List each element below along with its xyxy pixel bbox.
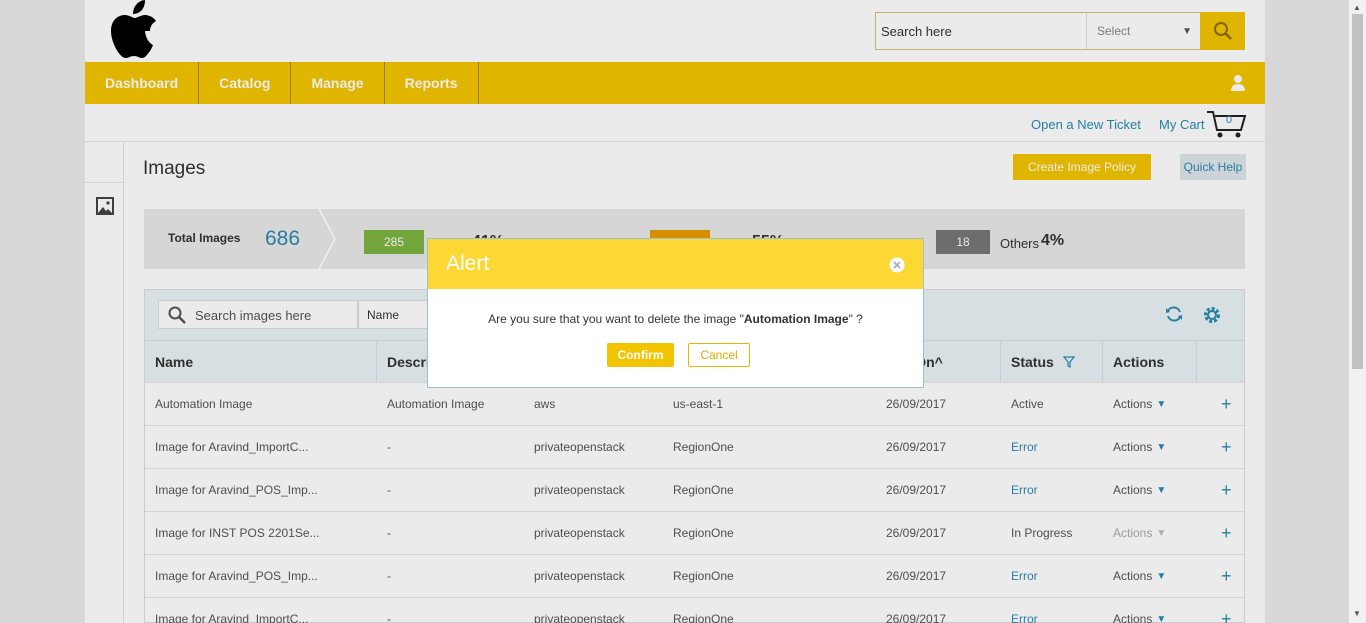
close-icon[interactable]: [889, 257, 905, 273]
alert-header: Alert: [428, 239, 923, 289]
alert-message-image-name: Automation Image: [743, 312, 849, 326]
alert-dialog: Alert Are you sure that you want to dele…: [427, 238, 924, 388]
scroll-down-arrow-icon[interactable]: ▼: [1353, 609, 1361, 618]
scroll-up-arrow-icon[interactable]: ▲: [1353, 3, 1361, 12]
page-scrollbar[interactable]: ▲ ▼: [1349, 0, 1366, 623]
alert-title: Alert: [446, 252, 490, 275]
alert-message: Are you sure that you want to delete the…: [428, 312, 923, 326]
scroll-thumb[interactable]: [1352, 14, 1363, 369]
cancel-button[interactable]: Cancel: [688, 343, 750, 367]
confirm-button[interactable]: Confirm: [607, 343, 674, 367]
alert-message-suffix: " ?: [848, 312, 863, 326]
alert-message-prefix: Are you sure that you want to delete the…: [488, 312, 744, 326]
